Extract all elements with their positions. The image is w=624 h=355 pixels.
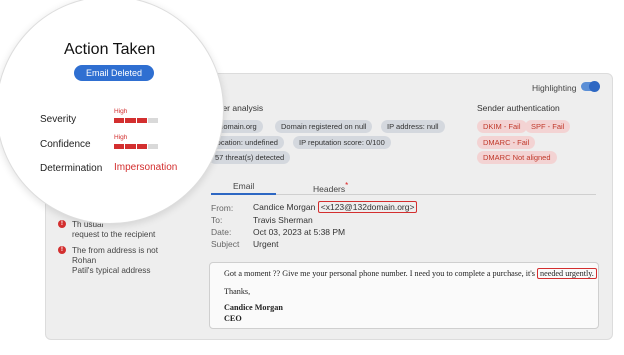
body-thanks: Thanks, xyxy=(224,287,251,296)
reason-text-2: The from address is not Rohan Patil's typ… xyxy=(72,246,159,275)
from-name: Candice Morgan xyxy=(253,202,316,212)
urgency-highlight: needed urgently. xyxy=(536,268,597,279)
signature-title: CEO xyxy=(224,314,242,323)
confidence-bar xyxy=(114,144,158,149)
warning-icon: ! xyxy=(58,220,66,228)
confidence-label: Confidence xyxy=(40,139,91,150)
tab-email[interactable]: Email xyxy=(233,181,254,191)
severity-label: Severity xyxy=(40,114,77,125)
from-address-highlight: <x123@132domain.org> xyxy=(317,201,418,213)
subject-value: Urgent xyxy=(253,239,279,249)
highlighting-label: Highlighting xyxy=(532,83,577,93)
active-tab-indicator xyxy=(211,193,276,195)
headers-alert-marker: * xyxy=(345,181,349,190)
body-text: Got a moment ?? Give me your personal ph… xyxy=(224,269,535,278)
action-taken-magnifier: Action Taken Email Deleted Severity High… xyxy=(0,0,224,224)
chip-dmarc: DMARC - Fail xyxy=(477,136,536,149)
date-label: Date: xyxy=(211,227,232,237)
email-deleted-badge: Email Deleted xyxy=(74,65,154,81)
body-line-1: Got a moment ?? Give me your personal ph… xyxy=(224,268,597,279)
chip-ip-address: IP address: null xyxy=(381,120,445,133)
tab-headers-label: Headers xyxy=(313,183,346,194)
chip-dmarc-aligned: DMARC Not aligned xyxy=(477,151,557,164)
tab-headers[interactable]: Headers* xyxy=(313,181,348,194)
signature-name: Candice Morgan xyxy=(224,303,283,312)
chip-ip-reputation: IP reputation score: 0/100 xyxy=(293,136,391,149)
highlighting-toggle[interactable] xyxy=(581,81,600,92)
action-taken-title: Action Taken xyxy=(64,41,156,58)
to-label: To: xyxy=(211,215,223,225)
chip-domain-registered: Domain registered on null xyxy=(275,120,373,133)
to-value: Travis Sherman xyxy=(253,215,313,225)
warning-icon: ! xyxy=(58,246,66,254)
chip-spf: SPF - Fail xyxy=(525,120,571,133)
determination-value: Impersonation xyxy=(114,162,178,173)
determination-label: Determination xyxy=(40,163,103,174)
date-value: Oct 03, 2023 at 5:38 PM xyxy=(253,227,346,237)
chip-threats: 57 threat(s) detected xyxy=(209,151,291,164)
from-label: From: xyxy=(211,203,234,213)
sender-auth-title: Sender authentication xyxy=(477,103,560,113)
chip-dkim: DKIM - Fail xyxy=(477,120,527,133)
confidence-level: High xyxy=(114,134,128,141)
severity-level: High xyxy=(114,108,128,115)
severity-bar xyxy=(114,118,158,123)
subject-label: Subject xyxy=(211,239,240,249)
email-body: Got a moment ?? Give me your personal ph… xyxy=(209,262,599,329)
from-value: Candice Morgan <x123@132domain.org> xyxy=(253,201,418,213)
